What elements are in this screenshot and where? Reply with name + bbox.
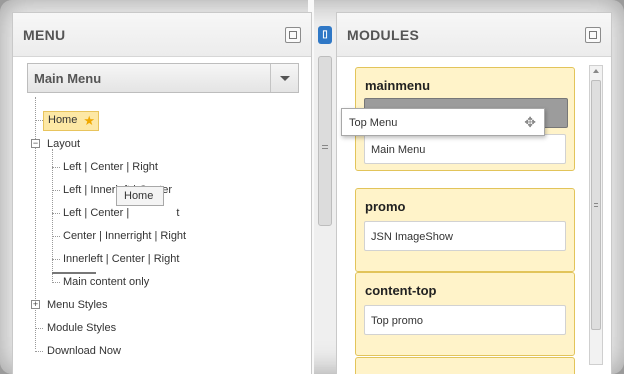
module-position-title: content-top bbox=[365, 283, 437, 298]
scroll-grip-icon bbox=[322, 148, 328, 149]
chevron-down-icon bbox=[279, 75, 290, 81]
module-position-next[interactable] bbox=[355, 357, 575, 374]
tree-connector bbox=[35, 328, 43, 329]
modules-panel-header: MODULES bbox=[337, 13, 611, 57]
tree-connector bbox=[52, 190, 60, 191]
modules-panel: MODULES mainmenu Main Menu promo JSN Ima… bbox=[336, 12, 612, 374]
tree-connector bbox=[52, 282, 60, 283]
module-item-main-menu[interactable]: Main Menu bbox=[364, 134, 566, 164]
scroll-thumb[interactable] bbox=[591, 80, 601, 330]
dragging-module-top-menu[interactable]: Top Menu ✥ bbox=[341, 108, 545, 136]
tree-item-left-center-partial[interactable]: Left | Center | t bbox=[63, 206, 179, 220]
menu-panel-title: MENU bbox=[23, 26, 66, 43]
modules-maximize-button[interactable] bbox=[585, 26, 601, 43]
dragging-module-label: Top Menu bbox=[349, 117, 398, 129]
expand-toggle-menu-styles[interactable]: + bbox=[31, 300, 40, 309]
tree-item-center-innerright-right[interactable]: Center | Innerright | Right bbox=[63, 229, 186, 243]
tree-item-home[interactable]: Home ★ bbox=[43, 111, 99, 131]
module-item-jsn-imageshow[interactable]: JSN ImageShow bbox=[364, 221, 566, 251]
module-position-content-top[interactable]: content-top Top promo bbox=[355, 272, 575, 356]
modules-panel-title: MODULES bbox=[347, 26, 420, 43]
star-icon[interactable]: ★ bbox=[83, 114, 95, 128]
menu-scrollbar[interactable] bbox=[318, 56, 332, 226]
tree-guide-line bbox=[35, 97, 36, 349]
menu-selector-value: Main Menu bbox=[34, 70, 102, 86]
tree-connector bbox=[35, 120, 43, 121]
tree-item-label-suffix: t bbox=[176, 207, 180, 219]
tree-connector bbox=[52, 213, 60, 214]
menu-panel-header: MENU bbox=[13, 13, 311, 57]
tree-item-module-styles[interactable]: Module Styles bbox=[47, 321, 116, 335]
tree-item-main-content-only[interactable]: Main content only bbox=[63, 275, 149, 289]
maximize-icon bbox=[289, 30, 297, 39]
tree-connector bbox=[35, 351, 43, 352]
scroll-up-icon[interactable] bbox=[593, 69, 599, 73]
tree-item-layout[interactable]: Layout bbox=[47, 137, 80, 151]
tree-item-label: Home bbox=[48, 114, 78, 126]
app-window: MENU Main Menu Home ★ − Layout Left | Ce… bbox=[0, 0, 624, 374]
module-item-top-promo[interactable]: Top promo bbox=[364, 305, 566, 335]
tree-item-label: Left | Center | bbox=[63, 207, 133, 219]
menu-selector-toggle[interactable] bbox=[270, 64, 298, 92]
maximize-icon bbox=[589, 30, 597, 39]
tree-item-innerleft-center-right[interactable]: Innerleft | Center | Right bbox=[63, 252, 179, 266]
module-position-promo[interactable]: promo JSN ImageShow bbox=[355, 188, 575, 272]
modules-scrollbar[interactable] bbox=[589, 65, 603, 365]
tree-item-download-now[interactable]: Download Now bbox=[47, 344, 121, 358]
tree-guide-line bbox=[52, 149, 53, 283]
module-position-title: mainmenu bbox=[365, 78, 431, 93]
blue-tab-icon[interactable]: ▯ bbox=[318, 26, 332, 44]
move-icon[interactable]: ✥ bbox=[524, 114, 536, 130]
tree-connector bbox=[52, 259, 60, 260]
menu-maximize-button[interactable] bbox=[285, 26, 301, 43]
tree-item-left-center-right[interactable]: Left | Center | Right bbox=[63, 160, 158, 174]
module-position-title: promo bbox=[365, 199, 406, 214]
scroll-grip-icon bbox=[594, 206, 598, 207]
collapse-toggle-layout[interactable]: − bbox=[31, 139, 40, 148]
tree-connector bbox=[52, 167, 60, 168]
drop-indicator bbox=[52, 272, 96, 274]
drag-ghost-home: Home bbox=[116, 186, 164, 206]
tree-item-menu-styles[interactable]: Menu Styles bbox=[47, 298, 108, 312]
scroll-grip-icon bbox=[594, 203, 598, 204]
menu-selector-dropdown[interactable]: Main Menu bbox=[27, 63, 299, 93]
tree-connector bbox=[52, 236, 60, 237]
scroll-grip-icon bbox=[322, 145, 328, 146]
